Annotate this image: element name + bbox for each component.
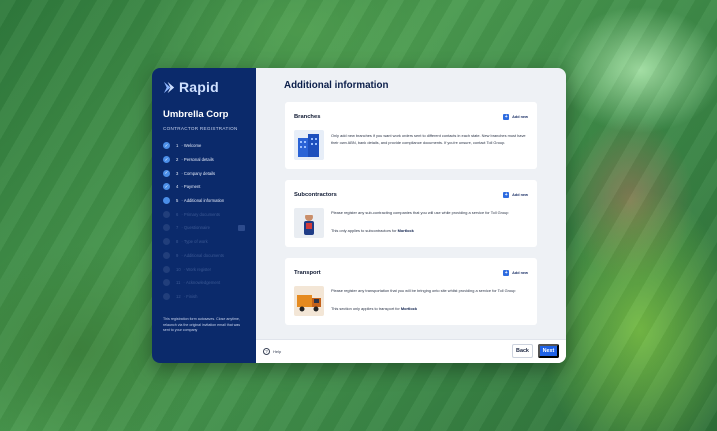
step-label: Company details: [183, 170, 216, 176]
optional-badge: [238, 224, 245, 231]
subcontractor-worker-image: [294, 208, 324, 238]
company-mention: Mortlock: [397, 228, 414, 233]
check-icon: ✓: [163, 142, 170, 150]
add-transport-button[interactable]: + Add new: [503, 270, 528, 276]
check-icon: ✓: [163, 183, 170, 191]
help-link[interactable]: ? Help: [263, 348, 281, 355]
subcontractors-card: Subcontractors + Add new Please register…: [285, 180, 537, 247]
check-icon: ✓: [163, 156, 170, 164]
transport-note: This section only applies to transport f…: [331, 306, 418, 311]
step-questionnaire[interactable]: 7 · Questionnaire: [163, 221, 245, 235]
plus-icon: +: [503, 269, 510, 276]
step-finish[interactable]: 12 · Finish: [163, 290, 245, 304]
step-label: Welcome: [183, 143, 202, 149]
page-title: Additional information: [284, 80, 389, 91]
subcontractors-description: Please register any sub-contracting comp…: [331, 210, 509, 215]
next-button[interactable]: Next: [538, 344, 559, 358]
current-step-dot-icon: [163, 197, 170, 205]
main-panel: Additional information Branches + Add ne…: [256, 68, 566, 363]
plus-icon: +: [503, 191, 510, 198]
pending-step-dot-icon: [163, 238, 170, 246]
pending-step-dot-icon: [163, 210, 170, 218]
step-welcome[interactable]: ✓ 1 · Welcome: [163, 139, 245, 153]
transport-card: Transport + Add new Please register any …: [285, 258, 537, 325]
brand-logo: Rapid: [163, 79, 245, 95]
step-payment[interactable]: ✓ 4 · Payment: [163, 180, 245, 194]
step-company-details[interactable]: ✓ 3 · Company details: [163, 166, 245, 180]
step-label: Primary documents: [183, 211, 220, 217]
step-type-of-work[interactable]: 8 · Type of work: [163, 235, 245, 249]
registration-modal: Rapid Umbrella Corp CONTRACTOR REGISTRAT…: [152, 68, 566, 363]
step-label: Personal details: [183, 157, 214, 163]
step-personal-details[interactable]: ✓ 2 · Personal details: [163, 153, 245, 167]
branches-card: Branches + Add new Only add new branches…: [285, 102, 537, 169]
footer-bar: ? Help Back Next: [256, 339, 566, 363]
add-subcontractor-button[interactable]: + Add new: [503, 192, 528, 198]
step-additional-information[interactable]: 5 · Additional information: [163, 194, 245, 208]
step-label: Work register: [186, 266, 212, 272]
brand-name: Rapid: [179, 79, 219, 95]
pending-step-dot-icon: [163, 265, 170, 273]
step-label: Payment: [183, 184, 201, 190]
card-title: Transport: [294, 270, 321, 276]
step-acknowledgement[interactable]: 11 · Acknowledgement: [163, 276, 245, 290]
step-primary-documents[interactable]: 6 · Primary documents: [163, 207, 245, 221]
card-title: Branches: [294, 114, 321, 120]
transport-description: Please register any transportation that …: [331, 288, 516, 293]
plus-icon: +: [503, 113, 510, 120]
step-label: Additional information: [183, 198, 225, 204]
help-icon: ?: [263, 348, 270, 355]
step-label: Additional documents: [183, 252, 224, 258]
add-branch-button[interactable]: + Add new: [503, 114, 528, 120]
step-label: Type of work: [183, 239, 208, 245]
branches-description: Only add new branches if you want work o…: [331, 133, 526, 145]
step-label: Finish: [186, 293, 198, 299]
company-mention: Mortlock: [400, 306, 418, 311]
step-label: Acknowledgement: [185, 280, 221, 286]
pending-step-dot-icon: [163, 224, 170, 232]
step-additional-documents[interactable]: 9 · Additional documents: [163, 249, 245, 263]
pending-step-dot-icon: [163, 251, 170, 259]
rapid-logo-icon: [163, 81, 175, 93]
transport-truck-image: [294, 286, 324, 316]
step-work-register[interactable]: 10 · Work register: [163, 262, 245, 276]
pending-step-dot-icon: [163, 279, 170, 287]
company-name: Umbrella Corp: [163, 109, 229, 120]
subcontractors-note: This only applies to subcontractors for …: [331, 228, 414, 233]
autosave-note: This registration form autosaves. Close …: [163, 317, 241, 332]
back-button[interactable]: Back: [512, 344, 533, 358]
sidebar: Rapid Umbrella Corp CONTRACTOR REGISTRAT…: [152, 68, 256, 363]
branches-building-image: [294, 130, 324, 160]
step-label: Questionnaire: [183, 225, 210, 231]
step-list: ✓ 1 · Welcome ✓ 2 · Personal details ✓ 3 · …: [163, 139, 245, 303]
check-icon: ✓: [163, 169, 170, 177]
pending-step-dot-icon: [163, 292, 170, 300]
card-title: Subcontractors: [294, 192, 337, 198]
section-label: CONTRACTOR REGISTRATION: [163, 126, 238, 131]
